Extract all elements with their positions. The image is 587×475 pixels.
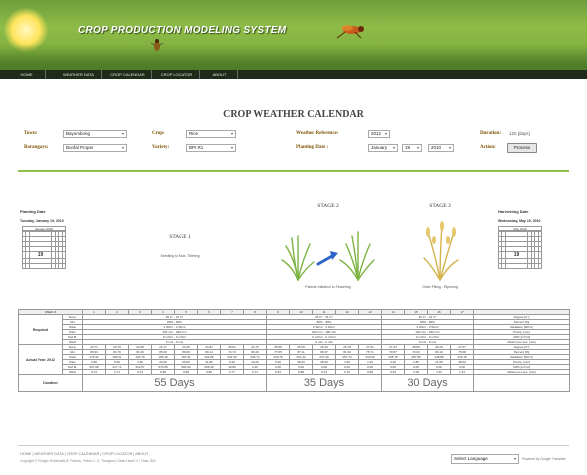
divider [18,170,569,172]
process-button[interactable]: Process [507,143,537,153]
planting-mini-calendar: January 2010 19 [21,226,67,269]
stage1-duration: 55 Days [82,374,267,392]
chevron-down-icon: ▾ [121,131,124,136]
stage2-plants-illustration [281,231,375,281]
action-label: Action: [480,145,496,150]
variety-select[interactable]: BPI R1 ▾ [186,144,236,152]
stage3-label: STAGE 3 [429,203,451,209]
language-select-label: Select Language [454,456,488,461]
nav-crop-locator[interactable]: CROP LOCATOR [154,70,200,79]
town-label: Town: [24,131,38,136]
chevron-down-icon: ▾ [513,456,516,461]
crop-label: Crop: [152,131,165,136]
unit-label [473,374,570,392]
chevron-down-icon: ▾ [230,145,233,150]
nav-home[interactable]: HOME [8,70,46,79]
cal-cell[interactable] [537,263,543,269]
header-banner: CROP PRODUCTION MODELING SYSTEM [0,0,587,70]
stage2-caption: Panicle Initiation to Flowering [305,285,351,289]
footer-copyright: Copyright © Rongie Rodemalis B. Patricio… [20,459,156,463]
footer-divider [18,445,569,446]
powered-by-google: Powered by Google Translate [522,457,566,461]
cal-cell[interactable] [537,251,543,259]
cal-cell[interactable] [61,251,67,259]
harvesting-heading: Harvesting Date [498,209,529,214]
variety-label: Variety: [152,145,170,150]
crop-select[interactable]: Rice ▾ [186,130,236,138]
barangays-value: Bonfal Proper [66,145,94,150]
weather-ref-label: Weather Reference: [296,131,339,136]
stage3-duration: 30 Days [381,374,474,392]
main-nav: HOME WEATHER DATA CROP CALENDAR CROP LOC… [0,70,587,79]
nav-weather-data[interactable]: WEATHER DATA [56,70,102,79]
cal-cell[interactable] [61,263,67,269]
stage3-grain-illustration [423,221,459,281]
duration-label: Duration: [480,131,502,136]
planting-cal-grid: 19 [21,231,67,269]
planting-year-select[interactable]: 2010 ▾ [428,144,454,152]
site-title: CROP PRODUCTION MODELING SYSTEM [78,25,287,36]
cal-cell[interactable]: 19 [504,251,529,259]
chevron-down-icon: ▾ [230,131,233,136]
footer-links[interactable]: HOME | WEATHER DATA | CROP CALENDAR | CR… [20,452,148,456]
duration-label: Duration [18,374,83,392]
planting-month-value: January [371,145,388,150]
field-background [0,44,587,70]
stage3-caption: Grain Filling - Ripening [422,285,458,289]
planting-date-text: Tuesday, January 19, 2010 [20,219,64,223]
stage1-label: STAGE 1 [169,234,191,240]
nav-about[interactable]: ABOUT [202,70,238,79]
stage1-caption: Seedling to Max. Tillering [160,254,200,258]
planting-day-value: 19 [405,145,411,150]
planting-month-select[interactable]: January ▾ [368,144,398,152]
stage2-duration: 35 Days [266,374,382,392]
harvesting-cal-grid: 19 [497,231,543,269]
cal-cell[interactable] [28,263,53,269]
page-title: CROP WEATHER CALENDAR [223,109,364,120]
cal-cell[interactable]: 19 [28,251,53,259]
planting-date-label: Planting Date : [296,145,329,150]
harvesting-mini-calendar: May 2010 19 [497,226,543,269]
town-select[interactable]: Bayombong ▾ [63,130,127,138]
nav-crop-calendar[interactable]: CROP CALENDAR [104,70,152,79]
chevron-down-icon: ▾ [384,131,387,136]
planting-year-value: 2010 [431,145,442,150]
weather-ref-value: 2012 [371,131,382,136]
arrow-right-icon [316,254,334,266]
actual-label: Actual Year: 2012 [18,344,63,375]
duration-value: 120 [days] [509,131,530,136]
chevron-down-icon: ▾ [392,145,395,150]
variety-value: BPI R1 [189,145,204,150]
duration-row: Duration 55 Days 35 Days 30 Days [18,374,570,392]
barangays-select[interactable]: Bonfal Proper ▾ [63,144,127,152]
stage2-label: STAGE 2 [317,203,339,209]
planting-day-select[interactable]: 19 ▾ [402,144,422,152]
harvesting-date-text: Wednesday, May 19, 2010 [498,219,541,223]
chevron-down-icon: ▾ [448,145,451,150]
grasshopper-icon [336,25,364,39]
barangays-label: Barangays: [24,145,49,150]
weather-requirements-table: WEEK #1 2 3 4 5 6 7 8 9 10 11 12 13 14 15 16 17 Required T… [18,309,570,392]
language-select[interactable]: Select Language ▾ [451,454,519,464]
chevron-down-icon: ▾ [416,145,419,150]
required-label: Required [18,314,63,345]
planting-heading: Planting Date [20,209,46,214]
chevron-down-icon: ▾ [121,145,124,150]
cal-cell[interactable] [504,263,529,269]
insect-icon [150,39,164,51]
weather-ref-select[interactable]: 2012 ▾ [368,130,390,138]
crop-value: Rice [189,131,199,136]
town-value: Bayombong [66,131,91,136]
